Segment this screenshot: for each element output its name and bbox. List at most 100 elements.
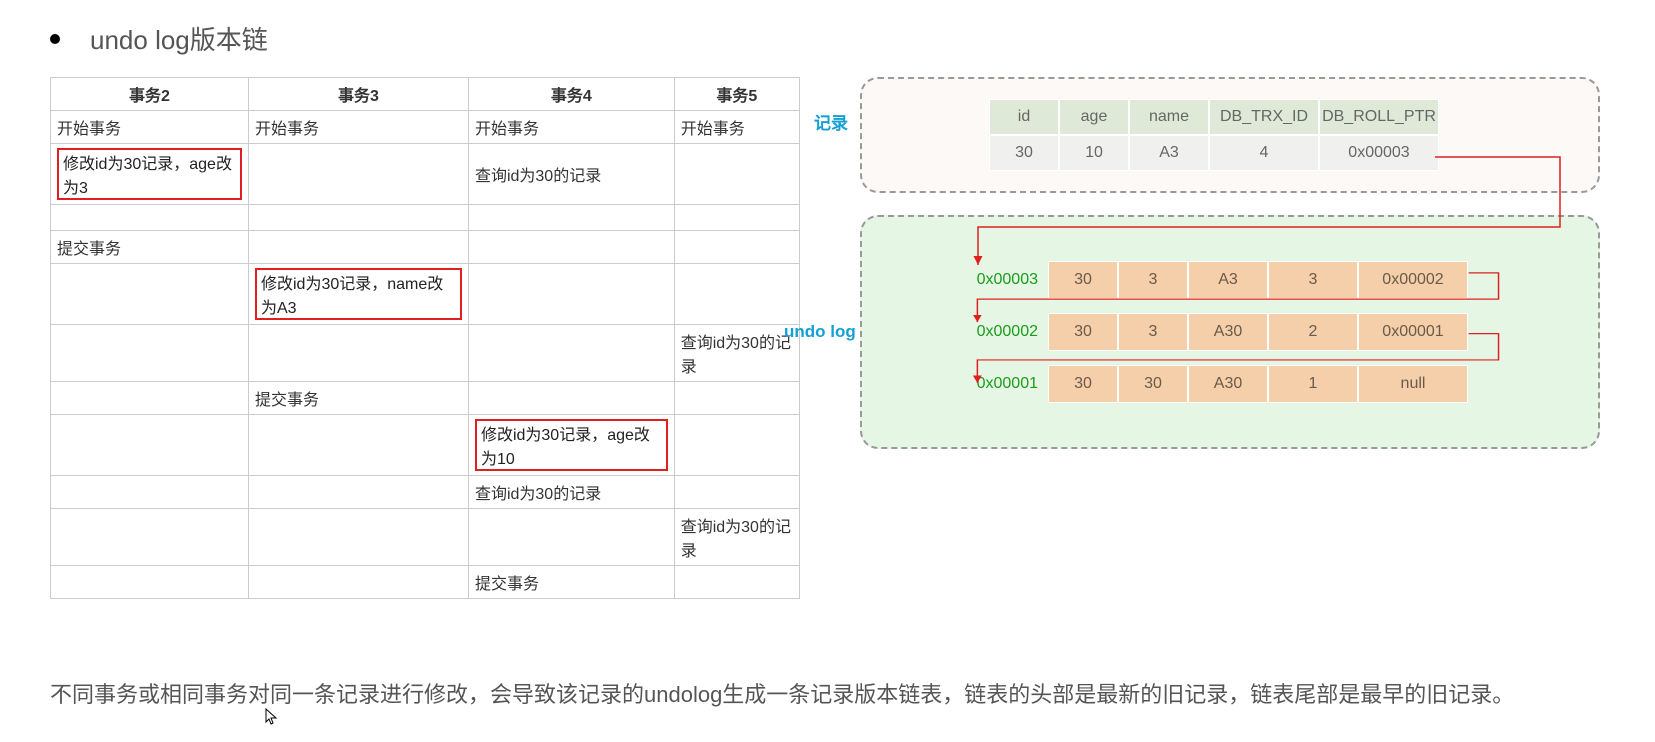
undo-cell: null: [1358, 365, 1468, 403]
tx-cell: [51, 205, 249, 231]
tx-row: 查询id为30的记录: [51, 476, 800, 509]
tx-row: 修改id为30记录，age改为10: [51, 415, 800, 476]
diagram-column: 记录 id age name DB_TRX_ID DB_ROLL_PTR 30 …: [860, 77, 1600, 449]
highlighted-action: 修改id为30记录，age改为3: [57, 148, 242, 200]
tx-row: 查询id为30的记录: [51, 509, 800, 566]
tx-row: 修改id为30记录，name改为A3: [51, 264, 800, 325]
tx-header: 事务3: [249, 78, 469, 111]
tx-cell: 提交事务: [468, 566, 674, 599]
tx-cell: [249, 509, 469, 566]
rec-header-trx: DB_TRX_ID: [1209, 99, 1319, 135]
tx-cell: 查询id为30的记录: [674, 325, 799, 382]
undo-cell: 2: [1268, 313, 1358, 351]
rec-header-ptr: DB_ROLL_PTR: [1319, 99, 1439, 135]
undo-cell: 3: [1118, 261, 1188, 299]
tx-row: 提交事务: [51, 566, 800, 599]
tx-cell: [468, 509, 674, 566]
tx-cell: [674, 476, 799, 509]
tx-cell: [468, 382, 674, 415]
rec-header-id: id: [989, 99, 1059, 135]
page-title-row: undo log版本链: [50, 20, 1605, 57]
record-header-row: id age name DB_TRX_ID DB_ROLL_PTR: [989, 99, 1576, 135]
tx-cell: [51, 264, 249, 325]
tx-cell: 查询id为30的记录: [468, 144, 674, 205]
tx-cell: [51, 325, 249, 382]
tx-row: 修改id为30记录，age改为3 查询id为30的记录: [51, 144, 800, 205]
undo-cell: 1: [1268, 365, 1358, 403]
tx-cell: [51, 476, 249, 509]
tx-cell: [674, 205, 799, 231]
highlighted-action: 修改id为30记录，age改为10: [475, 419, 668, 471]
undo-cell: A30: [1188, 365, 1268, 403]
tx-cell: 开始事务: [674, 111, 799, 144]
tx-cell: [468, 205, 674, 231]
tx-header: 事务4: [468, 78, 674, 111]
undo-row: 0x000013030A301null: [962, 365, 1576, 403]
tx-row: 查询id为30的记录: [51, 325, 800, 382]
undo-cell: 30: [1048, 261, 1118, 299]
tx-cell: [51, 509, 249, 566]
undo-cell: A3: [1188, 261, 1268, 299]
rec-header-age: age: [1059, 99, 1129, 135]
undo-log-label: undo log: [784, 322, 856, 342]
tx-cell: [249, 476, 469, 509]
tx-cell: 提交事务: [51, 231, 249, 264]
tx-cell: [249, 415, 469, 476]
undo-cell: 3: [1268, 261, 1358, 299]
rec-header-name: name: [1129, 99, 1209, 135]
record-label: 记录: [814, 109, 848, 134]
undo-log-box: undo log 0x00003303A330x000020x00002303A…: [860, 215, 1600, 449]
tx-cell: [249, 144, 469, 205]
undo-cell: 0x00001: [1358, 313, 1468, 351]
tx-cell: 修改id为30记录，age改为3: [51, 144, 249, 205]
undo-address: 0x00003: [962, 271, 1038, 289]
tx-cell: 开始事务: [468, 111, 674, 144]
tx-cell: [249, 205, 469, 231]
tx-cell: [51, 415, 249, 476]
bullet-icon: [50, 34, 60, 44]
undo-cell: 3: [1118, 313, 1188, 351]
bottom-paragraph: 不同事务或相同事务对同一条记录进行修改，会导致该记录的undolog生成一条记录…: [50, 669, 1550, 722]
tx-cell: [468, 325, 674, 382]
rec-val-trx: 4: [1209, 135, 1319, 171]
page-title: undo log版本链: [90, 20, 268, 57]
cursor-icon: [265, 699, 279, 742]
main-area: 事务2 事务3 事务4 事务5 开始事务开始事务开始事务开始事务修改id为30记…: [50, 77, 1605, 599]
tx-cell: [674, 382, 799, 415]
rec-val-age: 10: [1059, 135, 1129, 171]
tx-header: 事务2: [51, 78, 249, 111]
undo-cell: 0x00002: [1358, 261, 1468, 299]
tx-cell: 修改id为30记录，age改为10: [468, 415, 674, 476]
tx-cell: 提交事务: [249, 382, 469, 415]
tx-cell: [674, 415, 799, 476]
tx-row: 提交事务: [51, 231, 800, 264]
tx-cell: [51, 566, 249, 599]
undo-cell: 30: [1048, 313, 1118, 351]
tx-cell: [468, 264, 674, 325]
tx-cell: [468, 231, 674, 264]
tx-cell: 开始事务: [249, 111, 469, 144]
tx-header: 事务5: [674, 78, 799, 111]
tx-row: 开始事务开始事务开始事务开始事务: [51, 111, 800, 144]
tx-cell: 查询id为30的记录: [674, 509, 799, 566]
record-data-row: 30 10 A3 4 0x00003: [989, 135, 1576, 171]
rec-val-ptr: 0x00003: [1319, 135, 1439, 171]
tx-cell: [674, 144, 799, 205]
undo-cell: A30: [1188, 313, 1268, 351]
tx-row: 提交事务: [51, 382, 800, 415]
undo-row: 0x00003303A330x00002: [962, 261, 1576, 299]
undo-cell: 30: [1048, 365, 1118, 403]
tx-cell: [249, 325, 469, 382]
highlighted-action: 修改id为30记录，name改为A3: [255, 268, 462, 320]
tx-cell: [249, 566, 469, 599]
tx-cell: [674, 566, 799, 599]
tx-cell: 开始事务: [51, 111, 249, 144]
tx-cell: [674, 231, 799, 264]
tx-row: [51, 205, 800, 231]
record-box: 记录 id age name DB_TRX_ID DB_ROLL_PTR 30 …: [860, 77, 1600, 193]
tx-cell: [51, 382, 249, 415]
undo-address: 0x00002: [962, 323, 1038, 341]
tx-header-row: 事务2 事务3 事务4 事务5: [51, 78, 800, 111]
undo-cell: 30: [1118, 365, 1188, 403]
tx-cell: [249, 231, 469, 264]
